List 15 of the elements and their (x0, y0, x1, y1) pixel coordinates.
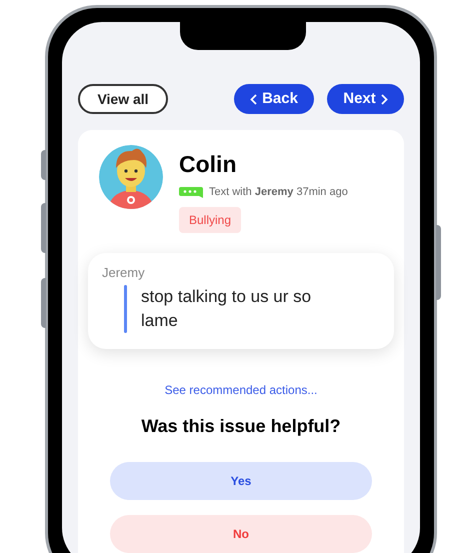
chevron-left-icon (250, 94, 258, 104)
recommended-actions-link[interactable]: See recommended actions... (164, 380, 318, 398)
category-tag: Bullying (179, 206, 242, 232)
contact-name: Colin (179, 150, 238, 178)
back-button[interactable]: Back (234, 84, 314, 114)
chevron-right-icon (380, 94, 388, 104)
next-button[interactable]: Next (327, 84, 404, 114)
sender-name: Jeremy (102, 264, 146, 280)
view-all-button[interactable]: View all (78, 84, 168, 114)
conversation-info: Text with Jeremy 37min ago (209, 185, 348, 200)
yes-button[interactable]: Yes (110, 462, 372, 500)
chat-icon (179, 186, 203, 198)
avatar-drawing (98, 144, 164, 210)
message-text: stop talking to us ur so lame (141, 286, 312, 332)
question-heading: Was this issue helpful? (141, 414, 341, 438)
